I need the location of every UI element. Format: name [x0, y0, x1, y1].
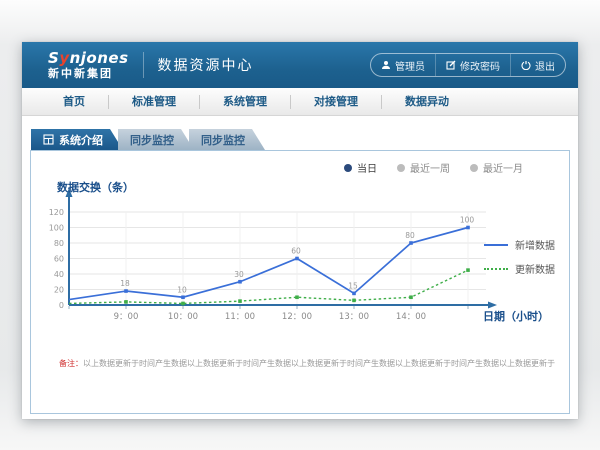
footnote: 备注：以上数据更新于时间产生数据以上数据更新于时间产生数据以上数据更新于时间产生…	[59, 358, 559, 369]
footnote-prefix: 备注：	[59, 359, 83, 368]
svg-text:9：00: 9：00	[114, 312, 139, 322]
app-window: Synjones 新中新集团 数据资源中心 管理员 修改密码	[22, 42, 578, 419]
brand-company-name: 新中新集团	[48, 68, 129, 79]
svg-text:18: 18	[120, 279, 130, 288]
tab-system-intro[interactable]: 系统介绍	[31, 129, 123, 150]
app-header: Synjones 新中新集团 数据资源中心 管理员 修改密码	[22, 42, 578, 88]
x-axis-ticks: 9：00 10：00 11：00 12：00 13：00 14：00	[114, 312, 426, 322]
svg-text:10: 10	[177, 285, 187, 294]
admin-user-label: 管理员	[395, 58, 425, 73]
legend-line-sample-green	[484, 268, 508, 270]
edit-icon	[446, 60, 456, 70]
radio-dot	[344, 164, 352, 172]
y-axis-ticks: 0 20 40 60 80 100 120	[49, 208, 64, 310]
legend-item-new-data[interactable]: 新增数据	[484, 237, 555, 252]
nav-item-standard-mgmt[interactable]: 标准管理	[108, 95, 199, 109]
logout-label: 退出	[535, 58, 555, 73]
svg-text:11：00: 11：00	[225, 312, 255, 322]
nav-item-data-change[interactable]: 数据异动	[381, 95, 472, 109]
svg-text:100: 100	[460, 216, 475, 225]
series-0: 18 10 30 60 15 80 100	[69, 216, 474, 300]
tab-sync-monitor-1[interactable]: 同步监控	[118, 129, 194, 150]
series-legend: 新增数据 更新数据	[484, 237, 555, 285]
radio-last-month[interactable]: 最近一月	[470, 160, 523, 175]
x-axis-title: 日期（小时）	[483, 309, 549, 323]
main-nav: 首页 标准管理 系统管理 对接管理 数据异动	[22, 88, 578, 116]
content-area: 系统介绍 同步监控 同步监控 当日 最近一周	[22, 116, 578, 414]
svg-text:14：00: 14：00	[396, 312, 426, 322]
svg-text:30: 30	[234, 270, 244, 279]
svg-text:60: 60	[291, 247, 301, 256]
svg-text:12：00: 12：00	[282, 312, 312, 322]
svg-text:60: 60	[54, 255, 64, 264]
y-axis-title: 数据交换（条）	[57, 179, 134, 195]
legend-label: 更新数据	[515, 261, 555, 276]
time-range-filter: 当日 最近一周 最近一月	[344, 160, 523, 175]
radio-last-week[interactable]: 最近一周	[397, 160, 450, 175]
logout-button[interactable]: 退出	[510, 54, 565, 76]
user-toolbar: 管理员 修改密码 退出	[370, 53, 566, 77]
svg-text:20: 20	[54, 286, 64, 295]
radio-dot	[470, 164, 478, 172]
tab-bar: 系统介绍 同步监控 同步监控	[31, 129, 570, 150]
nav-item-system-mgmt[interactable]: 系统管理	[199, 95, 290, 109]
legend-line-sample-blue	[484, 244, 508, 246]
brand-divider	[143, 52, 144, 78]
svg-text:80: 80	[54, 239, 64, 248]
tab-label: 同步监控	[201, 132, 245, 148]
svg-text:100: 100	[49, 224, 64, 233]
page-title: 数据资源中心	[158, 55, 254, 75]
tab-sync-monitor-2[interactable]: 同步监控	[189, 129, 265, 150]
nav-item-interface-mgmt[interactable]: 对接管理	[290, 95, 381, 109]
nav-item-home[interactable]: 首页	[40, 95, 108, 109]
radio-today[interactable]: 当日	[344, 160, 377, 175]
tab-label: 同步监控	[130, 132, 174, 148]
admin-user-button[interactable]: 管理员	[371, 54, 435, 76]
legend-label: 新增数据	[515, 237, 555, 252]
svg-text:40: 40	[54, 270, 64, 279]
svg-text:10：00: 10：00	[168, 312, 198, 322]
brand-logo-text: Synjones	[48, 51, 129, 66]
radio-label: 当日	[357, 160, 377, 175]
logo-accent: y	[59, 49, 69, 67]
svg-text:120: 120	[49, 208, 64, 217]
radio-dot	[397, 164, 405, 172]
brand-logo: Synjones 新中新集团	[48, 51, 129, 79]
footnote-text: 以上数据更新于时间产生数据以上数据更新于时间产生数据以上数据更新于时间产生数据以…	[83, 359, 555, 368]
document-grid-icon	[43, 134, 54, 145]
change-password-label: 修改密码	[460, 58, 500, 73]
svg-text:15: 15	[348, 281, 358, 290]
chart-panel: 当日 最近一周 最近一月 数据交换（条） 0 20 40 60 80 100 120 9：00…	[30, 150, 570, 414]
change-password-button[interactable]: 修改密码	[435, 54, 510, 76]
radio-label: 最近一周	[410, 160, 450, 175]
svg-text:80: 80	[405, 231, 415, 240]
legend-item-updated-data[interactable]: 更新数据	[484, 261, 555, 276]
svg-text:0: 0	[59, 301, 64, 310]
radio-label: 最近一月	[483, 160, 523, 175]
power-icon	[521, 60, 531, 70]
tab-label: 系统介绍	[59, 132, 103, 148]
user-icon	[381, 60, 391, 70]
svg-text:13：00: 13：00	[339, 312, 369, 322]
